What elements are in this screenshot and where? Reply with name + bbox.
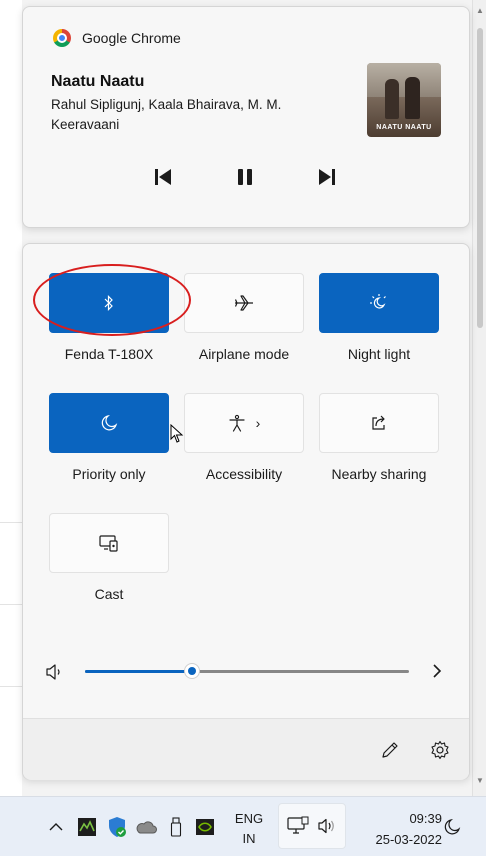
onedrive-button[interactable] [134,815,158,839]
usb-drive-icon [170,817,182,837]
bluetooth-label: Fenda T-180X [64,346,154,362]
network-icon [287,816,309,834]
scroll-down-icon[interactable]: ▼ [476,776,484,785]
language-code: ENG [234,811,264,826]
all-settings-button[interactable] [427,737,453,763]
bluetooth-icon [104,295,113,311]
clock-date: 25-03-2022 [375,832,443,847]
moon-icon [101,414,118,431]
quick-settings-footer [23,718,469,780]
quick-settings-tray-button[interactable] [278,803,346,849]
tile-night-light: Night light [319,273,439,362]
show-hidden-icons-button[interactable] [46,815,66,839]
tile-focus-assist: Priority only [49,393,169,482]
bluetooth-toggle[interactable] [49,273,169,333]
previous-icon [155,169,171,185]
nearby-sharing-label: Nearby sharing [331,466,427,482]
usb-device-button[interactable] [166,815,186,839]
shield-icon [109,817,126,837]
album-art: NAATU NAATU [367,63,441,137]
scrollbar-thumb[interactable] [477,28,483,328]
airplane-icon [234,295,253,311]
quick-settings-panel: Fenda T-180X Airplane mode Night light P… [22,243,470,780]
chevron-right-icon: › [255,415,261,431]
nvidia-icon [196,819,214,835]
moon-icon [444,818,461,835]
chevron-right-icon [433,664,442,678]
media-flyout: Google Chrome Naatu Naatu Rahul Sipligun… [22,6,470,228]
airplane-mode-label: Airplane mode [198,346,290,362]
background-window [0,0,22,796]
accessibility-toggle[interactable]: › [184,393,304,453]
gear-icon [431,740,449,760]
track-title: Naatu Naatu [51,73,145,90]
volume-icon [318,818,334,834]
edit-quick-settings-button[interactable] [377,737,403,763]
region-code: IN [242,831,256,846]
audio-output-button[interactable] [427,660,447,682]
night-light-toggle[interactable] [319,273,439,333]
previous-track-button[interactable] [143,163,183,191]
pause-icon [238,169,252,185]
focus-assist-tray-button[interactable] [442,815,462,839]
cast-label: Cast [94,586,124,602]
monitor-app-icon [78,818,96,836]
media-controls [23,163,471,191]
taskbar-clock[interactable]: 09:39 25-03-2022 [350,808,443,850]
priority-only-toggle[interactable] [49,393,169,453]
taskbar: ENG IN 09:39 25-03-2022 [0,796,486,856]
media-app-name: Google Chrome [82,30,181,46]
chevron-up-icon [49,823,63,831]
cast-icon [99,535,118,552]
accessibility-icon [229,414,245,432]
clock-time: 09:39 [409,811,442,826]
tile-airplane: Airplane mode [184,273,304,362]
pause-button[interactable] [225,163,265,191]
album-art-caption: NAATU NAATU [376,124,432,131]
airplane-mode-toggle[interactable] [184,273,304,333]
cast-toggle[interactable] [49,513,169,573]
speaker-icon[interactable] [45,663,65,681]
volume-slider[interactable] [85,663,409,679]
priority-only-label: Priority only [72,466,146,482]
next-icon [319,169,335,185]
track-artist: Rahul Sipligunj, Kaala Bhairava, M. M. K… [51,97,282,132]
windows-security-button[interactable] [106,815,128,839]
tile-cast: Cast [49,513,169,602]
volume-thumb[interactable] [184,663,200,679]
tile-bluetooth: Fenda T-180X [49,273,169,362]
cloud-icon [136,821,157,834]
night-light-icon [370,294,386,309]
background-scrollbar[interactable]: ▲ ▼ [472,0,486,796]
tile-nearby-sharing: Nearby sharing [319,393,439,482]
next-track-button[interactable] [307,163,347,191]
tile-accessibility: › Accessibility [184,393,304,482]
share-icon [372,415,385,430]
tray-app-icon[interactable] [76,815,98,839]
nearby-sharing-toggle[interactable] [319,393,439,453]
chrome-icon [53,29,71,47]
volume-fill [85,670,192,673]
media-source: Google Chrome [53,29,181,47]
pencil-icon [382,742,398,758]
volume-row [23,654,471,688]
accessibility-label: Accessibility [205,466,283,482]
nvidia-button[interactable] [194,815,216,839]
language-indicator[interactable]: ENG IN [228,809,270,849]
scroll-up-icon[interactable]: ▲ [476,6,484,15]
night-light-label: Night light [347,346,411,362]
